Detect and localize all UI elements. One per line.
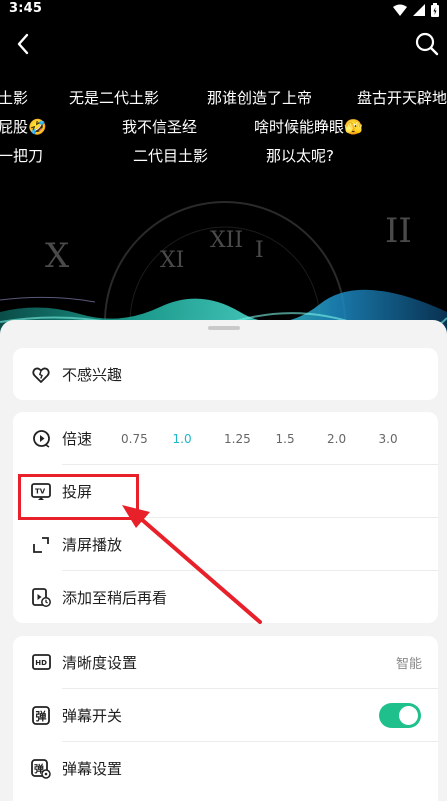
status-icons <box>393 3 439 17</box>
not-interested-label: 不感兴趣 <box>62 366 123 384</box>
clear-screen-label: 清屏播放 <box>62 536 123 554</box>
sheet-drag-handle[interactable] <box>208 326 240 330</box>
danmaku-comment: 屁股🤣 <box>0 118 47 136</box>
clock-numeral-10: X <box>45 236 70 276</box>
toggle-knob <box>399 706 418 725</box>
svg-text:弹: 弹 <box>36 709 47 723</box>
speed-option-1-5[interactable]: 1.5 <box>276 432 328 446</box>
heart-broken-icon <box>31 365 51 385</box>
speed-option-3-0[interactable]: 3.0 <box>379 432 431 446</box>
danmaku-settings-label: 弹幕设置 <box>62 760 123 778</box>
signal-icon <box>413 4 425 16</box>
danmaku-settings-row[interactable]: 弹 弹幕设置 <box>13 742 438 795</box>
video-top-bar <box>0 22 447 68</box>
speed-icon <box>31 429 51 449</box>
danmaku-comment: 啥时候能睁眼🫣 <box>254 118 363 136</box>
quality-row[interactable]: HD 清晰度设置 智能 <box>13 636 438 689</box>
danmaku-comment: 土影 <box>0 89 29 107</box>
speed-row: 倍速 0.75 1.0 1.25 1.5 2.0 3.0 <box>13 412 438 465</box>
danmaku-settings-icon: 弹 <box>31 758 51 779</box>
battery-icon <box>431 3 439 17</box>
danmaku-comment: 无是二代土影 <box>69 89 160 107</box>
danmaku-comment: 二代目土影 <box>133 147 209 165</box>
speed-option-1-25[interactable]: 1.25 <box>224 432 276 446</box>
danmaku-toggle-switch[interactable] <box>379 703 421 728</box>
clock-numeral-12: XII <box>210 228 243 253</box>
quality-value: 智能 <box>395 657 422 672</box>
clear-screen-row[interactable]: 清屏播放 <box>13 518 438 571</box>
watch-later-label: 添加至稍后再看 <box>62 589 168 607</box>
quality-label: 清晰度设置 <box>62 654 138 672</box>
card-settings: HD 清晰度设置 智能 弹 弹幕开关 弹 弹幕设置 <box>13 636 438 801</box>
not-interested-row[interactable]: 不感兴趣 <box>13 348 438 400</box>
video-frame-clock: XII I II X XI <box>0 201 447 332</box>
status-time: 3:45 <box>9 1 43 16</box>
watch-later-row[interactable]: 添加至稍后再看 <box>13 571 438 623</box>
wifi-icon <box>393 4 407 16</box>
watch-later-icon <box>31 588 51 608</box>
speed-label: 倍速 <box>62 430 93 448</box>
annotation-highlight-box <box>18 474 139 520</box>
clock-numeral-1: I <box>255 238 264 263</box>
danmaku-toggle-row: 弹 弹幕开关 <box>13 689 438 742</box>
search-icon[interactable] <box>413 30 441 58</box>
card-feedback: 不感兴趣 <box>13 348 438 400</box>
video-player[interactable]: XII I II X XI 土影 无是二代土影 那谁创造了上帝 盘古开天辟地 屁… <box>0 22 447 332</box>
fullscreen-corners-icon <box>31 535 51 555</box>
svg-text:HD: HD <box>35 659 47 667</box>
hd-icon: HD <box>31 653 51 673</box>
speed-options: 0.75 1.0 1.25 1.5 2.0 3.0 <box>121 432 430 446</box>
danmaku-comment: 盘古开天辟地 <box>357 89 447 107</box>
danmaku-comment: 那以太呢? <box>266 147 334 165</box>
more-options-sheet: 不感兴趣 倍速 0.75 1.0 1.25 1.5 2.0 3.0 TV 投屏 <box>0 320 447 801</box>
status-bar: 3:45 <box>0 0 447 22</box>
danmaku-icon: 弹 <box>31 706 51 726</box>
back-icon[interactable] <box>10 30 38 58</box>
clock-numeral-11: XI <box>160 248 184 273</box>
speed-option-1-0[interactable]: 1.0 <box>173 432 225 446</box>
danmaku-comment: 我不信圣经 <box>122 118 198 136</box>
speed-option-2-0[interactable]: 2.0 <box>327 432 379 446</box>
danmaku-comment: 一把刀 <box>0 147 44 165</box>
speed-option-0-75[interactable]: 0.75 <box>121 432 173 446</box>
clock-numeral-2: II <box>385 211 412 251</box>
danmaku-toggle-label: 弹幕开关 <box>62 707 123 725</box>
danmaku-comment: 那谁创造了上帝 <box>207 89 313 107</box>
